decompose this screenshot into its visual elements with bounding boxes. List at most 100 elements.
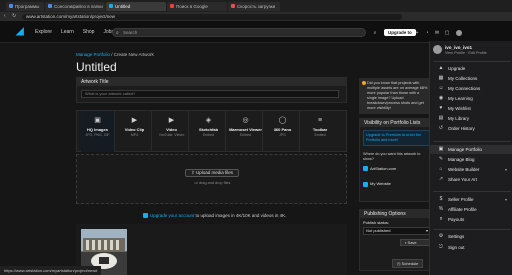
user-dropdown-menu: ivo_ivo_ivo1 View Profile · Edit Profile…	[429, 41, 512, 275]
media-type-toolbar[interactable]: ≡ Toolbar Embed	[303, 111, 337, 152]
notifications-icon[interactable]: ◔	[424, 30, 430, 36]
menu-item-seller-profile[interactable]: $ Seller Profile ▾	[430, 195, 512, 204]
cart-icon[interactable]: ▢	[444, 30, 450, 36]
upgrade-button[interactable]: Upgrade to	[384, 29, 416, 36]
gear-icon: ⚙	[438, 233, 444, 239]
menu-item-my-learning[interactable]: ◉ My Learning	[430, 94, 512, 103]
search-placeholder: Search	[123, 30, 138, 35]
checkbox-checked-icon[interactable]	[363, 166, 368, 172]
browser-tab[interactable]: Поиск в Google	[167, 1, 227, 11]
nav-explore[interactable]: Explore	[35, 29, 52, 35]
menu-item-my-library[interactable]: ▤ My Library	[430, 114, 512, 123]
media-type-sub: Embed	[202, 133, 215, 137]
library-icon: ▤	[438, 115, 444, 121]
share-icon: ↗	[438, 176, 444, 182]
menu-item-sign-out[interactable]: ⎋ Sign out	[430, 243, 512, 252]
upgrade-account-link[interactable]: Upgrade your account	[150, 213, 194, 218]
menu-item-order-history[interactable]: ↺ Order History	[430, 124, 512, 133]
menu-item-my-wishlist[interactable]: ♥ My Wishlist	[430, 104, 512, 113]
menu-divider	[433, 61, 511, 62]
menu-profile[interactable]: ivo_ivo_ivo1 View Profile · Edit Profile	[433, 45, 512, 57]
media-type-sketchfab[interactable]: ◈ Sketchfab Embed	[192, 111, 226, 152]
url-field[interactable]: www.artstation.com/myartstation/project/…	[22, 13, 402, 20]
heart-icon: ♥	[439, 105, 443, 111]
media-type-video-clip[interactable]: ▶ Video Clip MP4	[118, 111, 152, 152]
menu-username[interactable]: ivo_ivo_ivo1	[445, 45, 472, 50]
avatar[interactable]	[433, 45, 442, 54]
messages-icon[interactable]: ✉	[434, 30, 440, 36]
chevron-down-icon: ▾	[504, 197, 507, 202]
collections-icon: ▦	[438, 75, 444, 81]
publish-status-select[interactable]: Not published ▾	[363, 227, 431, 235]
upload-media-button[interactable]: ⇪ Upload media files	[185, 169, 240, 177]
browser-tab-active[interactable]: Untitled	[106, 1, 166, 11]
browser-status-url: https://www.artstation.com/myartstation/…	[0, 266, 102, 275]
media-type-marmoset[interactable]: ◎ Marmoset Viewer Embed	[229, 111, 263, 152]
media-type-name: HQ Images	[87, 127, 108, 132]
visibility-option-website[interactable]: My Website	[360, 180, 434, 187]
media-type-name: Sketchfab	[198, 127, 219, 132]
visibility-panel: Visibility on Portfolio Lists Upgrade to…	[359, 118, 435, 202]
media-type-sub: Embed	[314, 133, 326, 137]
media-type-name: 360 Pano	[273, 127, 292, 132]
chevron-down-icon: ▾	[504, 167, 507, 172]
avatar-header[interactable]	[456, 30, 462, 36]
nav-shop[interactable]: Shop	[83, 29, 95, 35]
menu-item-affiliate-profile[interactable]: % Affiliate Profile	[430, 205, 512, 214]
reload-icon[interactable]: ↻	[12, 13, 16, 19]
browser-tab[interactable]: Coнcoлифaйлo в папки	[45, 1, 105, 11]
visibility-option-artstation[interactable]: ArtStation.com	[360, 165, 434, 172]
menu-item-settings[interactable]: ⚙ Settings	[430, 232, 512, 241]
toolbar-icon: ≡	[317, 117, 323, 124]
search-icon: ⌕	[116, 30, 119, 36]
upgrade-icon: ▲	[438, 65, 444, 71]
favicon-icon	[109, 4, 113, 8]
media-type-360-pano[interactable]: ◯ 360 Pano JPG	[266, 111, 300, 152]
upload-dropzone[interactable]: ⇪ Upload media files or drag and drop fi…	[76, 154, 347, 204]
menu-item-manage-portfolio[interactable]: ▣ Manage Portfolio	[430, 145, 512, 154]
image-icon: ▣	[94, 117, 101, 124]
page-title: Untitled	[76, 60, 117, 74]
menu-item-upgrade[interactable]: ▲ Upgrade	[430, 64, 512, 73]
menu-profile-links[interactable]: View Profile · Edit Profile	[445, 51, 487, 55]
add-icon[interactable]: +	[414, 30, 420, 36]
portfolio-icon: ▣	[438, 146, 444, 152]
visibility-heading: Visibility on Portfolio Lists	[360, 119, 434, 127]
save-button[interactable]: ▪ Save	[400, 239, 431, 246]
upgrade-checkbox[interactable]	[143, 213, 148, 219]
menu-item-website-builder[interactable]: ⌂ Website Builder ▾	[430, 165, 512, 174]
menu-item-my-connections[interactable]: ☺ My Connections	[430, 84, 512, 93]
menu-item-my-collections[interactable]: ▦ My Collections	[430, 74, 512, 83]
video-clip-icon: ▶	[131, 117, 138, 124]
media-type-video[interactable]: ▶ Video YouTube, Vimeo	[155, 111, 189, 152]
breadcrumb-manage-portfolio[interactable]: Manage Portfolio	[76, 52, 110, 57]
breadcrumb-current: Create New Artwork	[113, 52, 154, 57]
search-input[interactable]: ⌕ Search	[112, 28, 366, 37]
browser-tab[interactable]: Cкорость загрузки	[228, 1, 280, 11]
menu-item-payouts[interactable]: ¤ Payouts	[430, 215, 512, 224]
search-toggle-icon[interactable]: ⌕	[372, 30, 378, 36]
visibility-upgrade-link[interactable]: Upgrade to Premium to enter the Portfoli…	[366, 133, 421, 142]
learning-icon: ◉	[438, 95, 444, 101]
browser-tab[interactable]: Программы	[6, 1, 44, 11]
browser-tab-bar: Программы Coнcoлифaйлo в папки Untitled …	[0, 0, 512, 12]
history-icon: ↺	[438, 125, 444, 131]
media-type-sub: YouTube, Vimeo	[158, 133, 185, 137]
checkbox-checked-icon[interactable]	[363, 181, 368, 187]
address-bar: ‹ ↻ www.artstation.com/myartstation/proj…	[0, 12, 512, 21]
media-type-sub: MP4	[130, 133, 139, 137]
nav-learn[interactable]: Learn	[61, 29, 74, 35]
tip-box: Did you know that projects with multiple…	[359, 78, 431, 114]
schedule-button[interactable]: ◷ Schedule	[392, 259, 424, 268]
artstation-logo-icon[interactable]: ◢	[16, 27, 26, 37]
media-type-sub: JPG, PNG, GIF	[85, 133, 110, 137]
media-type-hq-images[interactable]: ▣ HQ Images JPG, PNG, GIF	[81, 111, 115, 152]
favicon-icon	[48, 4, 52, 8]
artwork-title-input[interactable]: What is your artwork called?	[81, 90, 339, 98]
menu-item-share-your-art[interactable]: ↗ Share Your Art	[430, 175, 512, 184]
media-type-sub: Embed	[239, 133, 252, 137]
menu-item-manage-blog[interactable]: ✎ Manage Blog	[430, 155, 512, 164]
back-icon[interactable]: ‹	[4, 13, 6, 19]
upgrade-note: Upgrade your account to upload images in…	[143, 213, 286, 219]
uploaded-media-row	[76, 224, 347, 275]
